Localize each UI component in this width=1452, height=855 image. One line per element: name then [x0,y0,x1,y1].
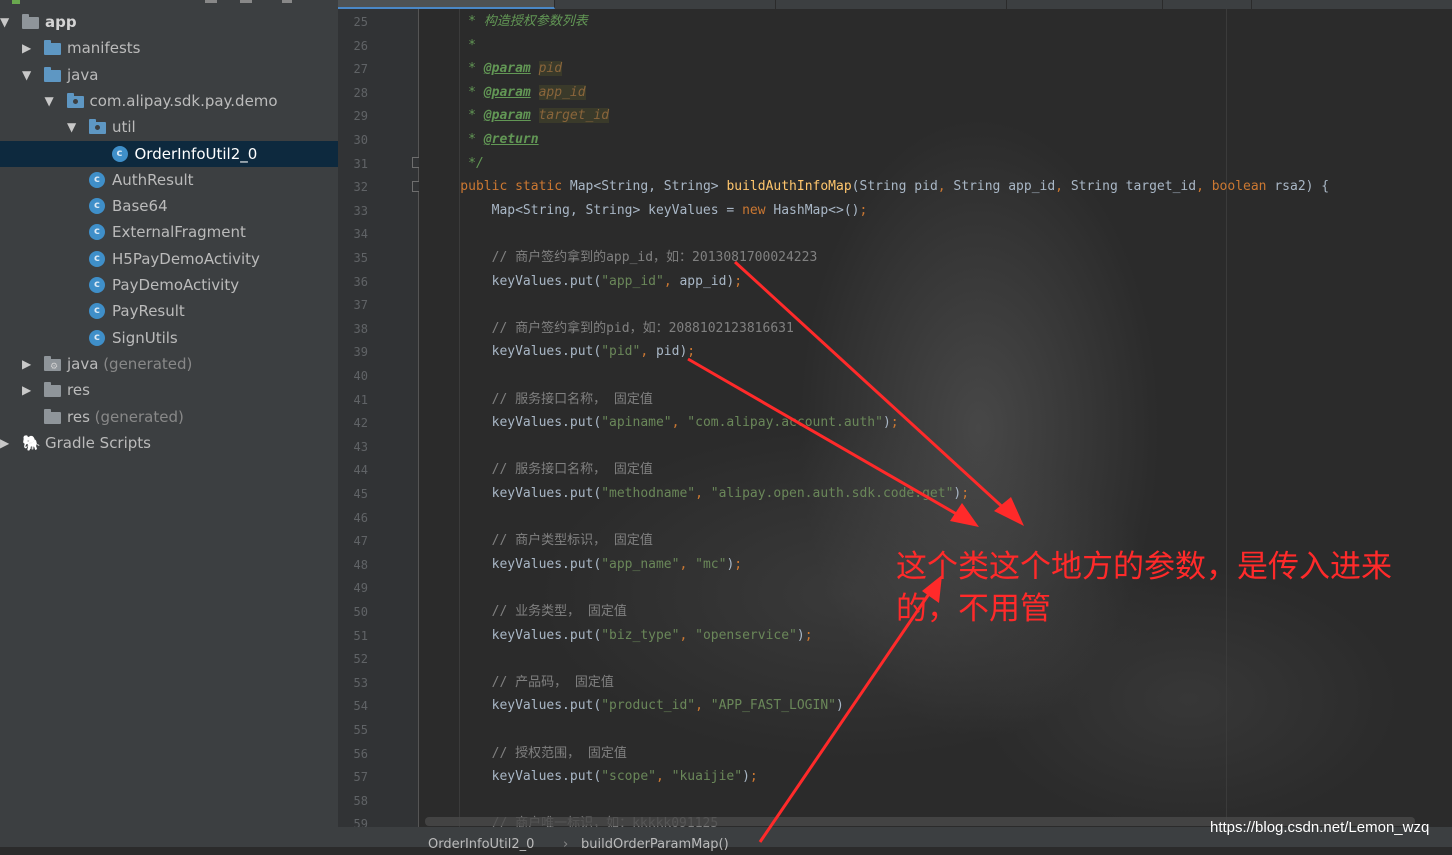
annotation-arrows [687,260,1024,843]
annotation-text: 这个类这个地方的参数，是传入进来的，不用管 [896,549,1392,627]
watermark-url: https://blog.csdn.net/Lemon_wzq [1210,819,1430,836]
arrowhead [950,503,979,527]
arrow-to-pid [687,357,961,518]
arrow-to-app-id [733,260,1010,514]
